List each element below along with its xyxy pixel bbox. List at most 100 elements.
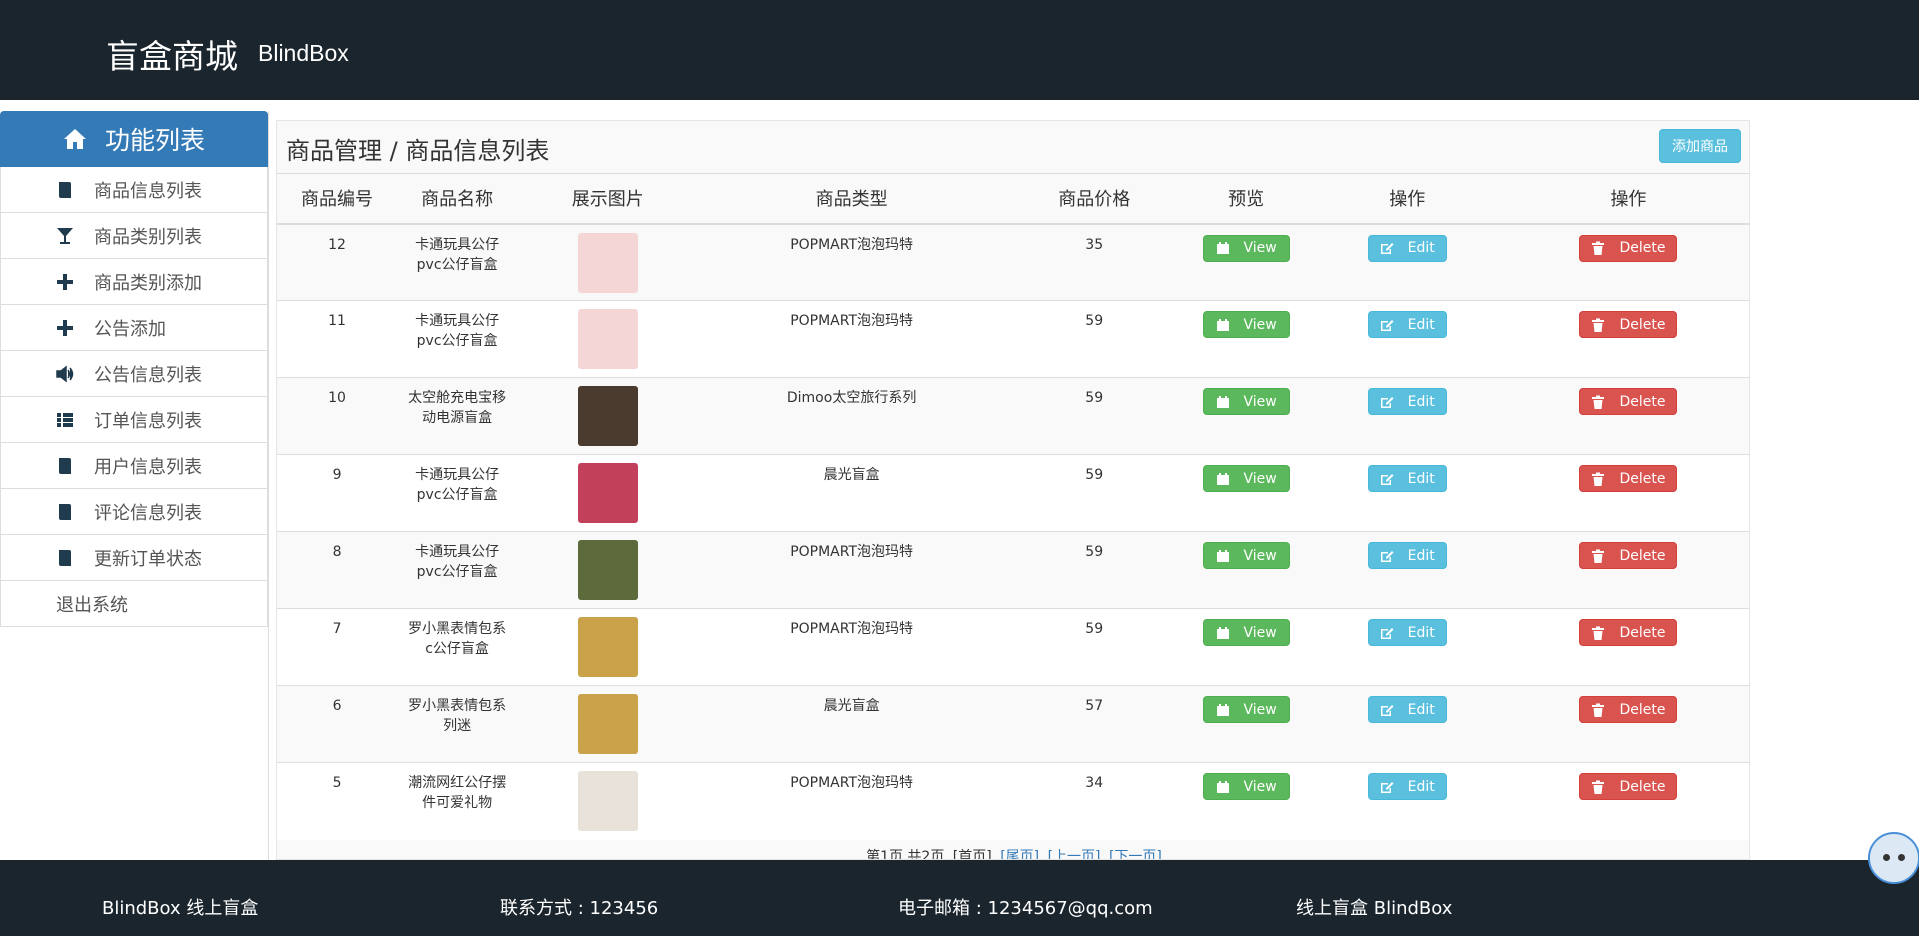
calendar-icon <box>1216 395 1229 408</box>
edit-button[interactable]: Edit <box>1367 619 1447 646</box>
product-name: 太空舱充电宝移 动电源盲盒 <box>397 377 518 455</box>
product-name: 卡通玩具公仔 pvc公仔盲盒 <box>397 300 518 378</box>
calendar-icon <box>1216 318 1229 331</box>
product-price: 35 <box>1004 223 1184 301</box>
view-button-label: View <box>1243 547 1277 564</box>
table-row: 7 罗小黑表情包系 c公仔盲盒 POPMART泡泡玛特 59 View Edit Delet… <box>277 608 1749 686</box>
column-header: 预览 <box>1183 173 1309 225</box>
edit-button[interactable]: Edit <box>1367 311 1447 338</box>
delete-button-label: Delete <box>1619 240 1666 256</box>
delete-button-label: Delete <box>1619 393 1666 410</box>
product-id: 6 <box>277 685 398 763</box>
view-button[interactable]: View <box>1202 773 1290 800</box>
delete-button-label: Delete <box>1619 547 1666 564</box>
sidebar-item-label: 商品信息列表 <box>94 180 202 202</box>
edit-button[interactable]: Edit <box>1367 388 1447 415</box>
delete-button-label: Delete <box>1619 470 1666 487</box>
product-price: 59 <box>1004 531 1184 609</box>
table-row: 9 卡通玩具公仔 pvc公仔盲盒 晨光盲盒 59 View Edit Delete <box>277 454 1749 532</box>
delete-button[interactable]: Delete <box>1579 311 1678 338</box>
sidebar-item-logout[interactable]: 退出系统 <box>0 581 268 627</box>
column-header: 操作 <box>1505 173 1749 225</box>
delete-button[interactable]: Delete <box>1579 773 1678 800</box>
sidebar-heading-label: 功能列表 <box>104 126 205 155</box>
page-title: 商品管理 / 商品信息列表 <box>286 137 550 165</box>
sidebar-item-5[interactable]: 订单信息列表 <box>0 397 268 443</box>
product-type: 晨光盲盒 <box>698 685 1005 763</box>
delete-button[interactable]: Delete <box>1579 619 1678 646</box>
top-navbar: 盲盒商城 BlindBox <box>0 0 1919 100</box>
view-button[interactable]: View <box>1202 465 1290 492</box>
sidebar-item-label: 评论信息列表 <box>94 502 202 524</box>
trash-icon <box>1592 626 1605 640</box>
view-button[interactable]: View <box>1202 696 1290 723</box>
view-button[interactable]: View <box>1202 542 1290 569</box>
delete-button[interactable]: Delete <box>1579 696 1678 723</box>
prev-page-link[interactable]: [上一页] <box>1048 849 1101 859</box>
last-page-link[interactable]: [尾页] <box>1000 849 1039 859</box>
edit-icon <box>1380 704 1394 716</box>
edit-button-label: Edit <box>1407 240 1435 256</box>
product-id: 7 <box>277 608 398 686</box>
delete-button[interactable]: Delete <box>1579 542 1678 569</box>
delete-button-label: Delete <box>1619 778 1666 795</box>
product-name: 卡通玩具公仔 pvc公仔盲盒 <box>397 223 518 301</box>
sidebar-item-6[interactable]: 用户信息列表 <box>0 443 268 489</box>
footer: BlindBox 线上盲盒 联系方式 : 123456 电子邮箱 : 12345… <box>0 860 1919 936</box>
edit-button[interactable]: Edit <box>1367 234 1447 262</box>
pagination: 第1页 共2页 [首页] [尾页] [上一页] [下一页] <box>277 846 1749 860</box>
product-type: POPMART泡泡玛特 <box>698 223 1005 301</box>
view-button-label: View <box>1243 778 1277 795</box>
delete-button[interactable]: Delete <box>1579 388 1678 415</box>
edit-button[interactable]: Edit <box>1367 542 1447 569</box>
view-button[interactable]: View <box>1202 234 1290 262</box>
pagination-info: 第1页 共2页 <box>866 849 945 860</box>
chat-avatar-icon[interactable] <box>1868 832 1919 884</box>
sidebar-item-label: 订单信息列表 <box>94 410 202 432</box>
calendar-icon <box>1216 242 1229 254</box>
calendar-icon <box>1216 703 1229 716</box>
first-page-link[interactable]: [首页] <box>953 849 992 859</box>
book-icon <box>59 549 71 566</box>
table-row: 8 卡通玩具公仔 pvc公仔盲盒 POPMART泡泡玛特 59 View Edit Dele… <box>277 531 1749 609</box>
edit-icon <box>1380 781 1394 793</box>
product-price: 59 <box>1004 608 1184 686</box>
edit-button[interactable]: Edit <box>1367 696 1447 723</box>
book-icon <box>59 457 71 474</box>
table-row: 10 太空舱充电宝移 动电源盲盒 Dimoo太空旅行系列 59 View Edit Dele… <box>277 377 1749 455</box>
sidebar-item-7[interactable]: 评论信息列表 <box>0 489 268 535</box>
view-button[interactable]: View <box>1202 388 1290 415</box>
plus-icon <box>57 273 73 290</box>
delete-button[interactable]: Delete <box>1579 465 1678 492</box>
product-thumbnail <box>577 309 638 369</box>
sidebar-item-3[interactable]: 公告添加 <box>0 305 268 351</box>
product-thumbnail <box>577 694 638 754</box>
edit-button-label: Edit <box>1407 547 1435 564</box>
sidebar-item-0[interactable]: 商品信息列表 <box>0 167 268 213</box>
view-button[interactable]: View <box>1202 619 1290 646</box>
product-thumbnail <box>577 540 638 600</box>
delete-button-label: Delete <box>1619 701 1666 718</box>
glass-icon <box>57 227 73 244</box>
edit-button[interactable]: Edit <box>1367 465 1447 492</box>
footer-contact: 联系方式 : 123456 <box>500 898 659 919</box>
sidebar-item-8[interactable]: 更新订单状态 <box>0 535 268 581</box>
edit-button[interactable]: Edit <box>1367 773 1447 800</box>
view-button[interactable]: View <box>1202 311 1290 338</box>
column-header: 展示图片 <box>517 173 699 225</box>
edit-button-label: Edit <box>1407 470 1435 487</box>
add-product-button[interactable]: 添加商品 <box>1659 129 1741 163</box>
brand-title[interactable]: 盲盒商城 <box>106 30 238 78</box>
sidebar-item-4[interactable]: 公告信息列表 <box>0 351 268 397</box>
table-row: 6 罗小黑表情包系 列迷 晨光盲盒 57 View Edit Delete <box>277 685 1749 763</box>
delete-button[interactable]: Delete <box>1579 234 1678 262</box>
product-thumbnail <box>577 232 638 293</box>
list-icon <box>57 412 73 427</box>
product-thumbnail <box>577 771 638 831</box>
next-page-link[interactable]: [下一页] <box>1109 849 1162 859</box>
product-id: 10 <box>277 377 398 455</box>
sidebar-item-2[interactable]: 商品类别添加 <box>0 259 268 305</box>
calendar-icon <box>1216 549 1229 562</box>
table-header-row: 商品编号 商品名称 展示图片 商品类型 商品价格 预览 操作 操作 <box>277 173 1749 225</box>
sidebar-item-1[interactable]: 商品类别列表 <box>0 213 268 259</box>
